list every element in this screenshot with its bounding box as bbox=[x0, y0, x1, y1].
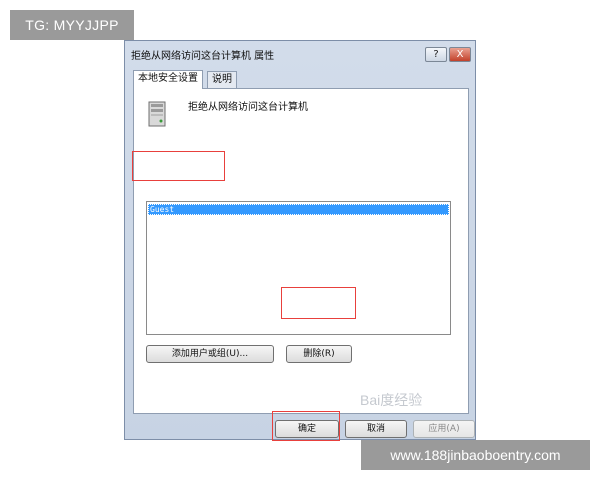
dialog-title: 拒绝从网络访问这台计算机 属性 bbox=[131, 51, 275, 62]
help-button[interactable]: ? bbox=[425, 47, 447, 62]
apply-button[interactable]: 应用(A) bbox=[413, 420, 475, 438]
url-banner: www.188jinbaoboentry.com bbox=[361, 440, 590, 470]
settings-panel: 拒绝从网络访问这台计算机 Guest 添加用户或组(U)... 删除(R) bbox=[133, 88, 469, 414]
tab-local-security-setting[interactable]: 本地安全设置 bbox=[133, 70, 203, 89]
watermark: Bai度经验 bbox=[360, 392, 423, 408]
ok-button[interactable]: 确定 bbox=[275, 420, 339, 438]
tab-explain[interactable]: 说明 bbox=[207, 71, 237, 88]
properties-dialog: 拒绝从网络访问这台计算机 属性 ? X 本地安全设置 说明 拒绝从网络访问这台计… bbox=[124, 40, 476, 440]
server-icon bbox=[148, 101, 166, 127]
add-user-or-group-button[interactable]: 添加用户或组(U)... bbox=[146, 345, 274, 363]
cancel-button[interactable]: 取消 bbox=[345, 420, 407, 438]
remove-button[interactable]: 删除(R) bbox=[286, 345, 352, 363]
policy-name: 拒绝从网络访问这台计算机 bbox=[188, 102, 308, 113]
close-button[interactable]: X bbox=[449, 47, 471, 62]
user-group-list[interactable]: Guest bbox=[146, 201, 451, 335]
list-item-guest[interactable]: Guest bbox=[148, 204, 449, 215]
tg-badge: TG: MYYJJPP bbox=[10, 10, 134, 40]
